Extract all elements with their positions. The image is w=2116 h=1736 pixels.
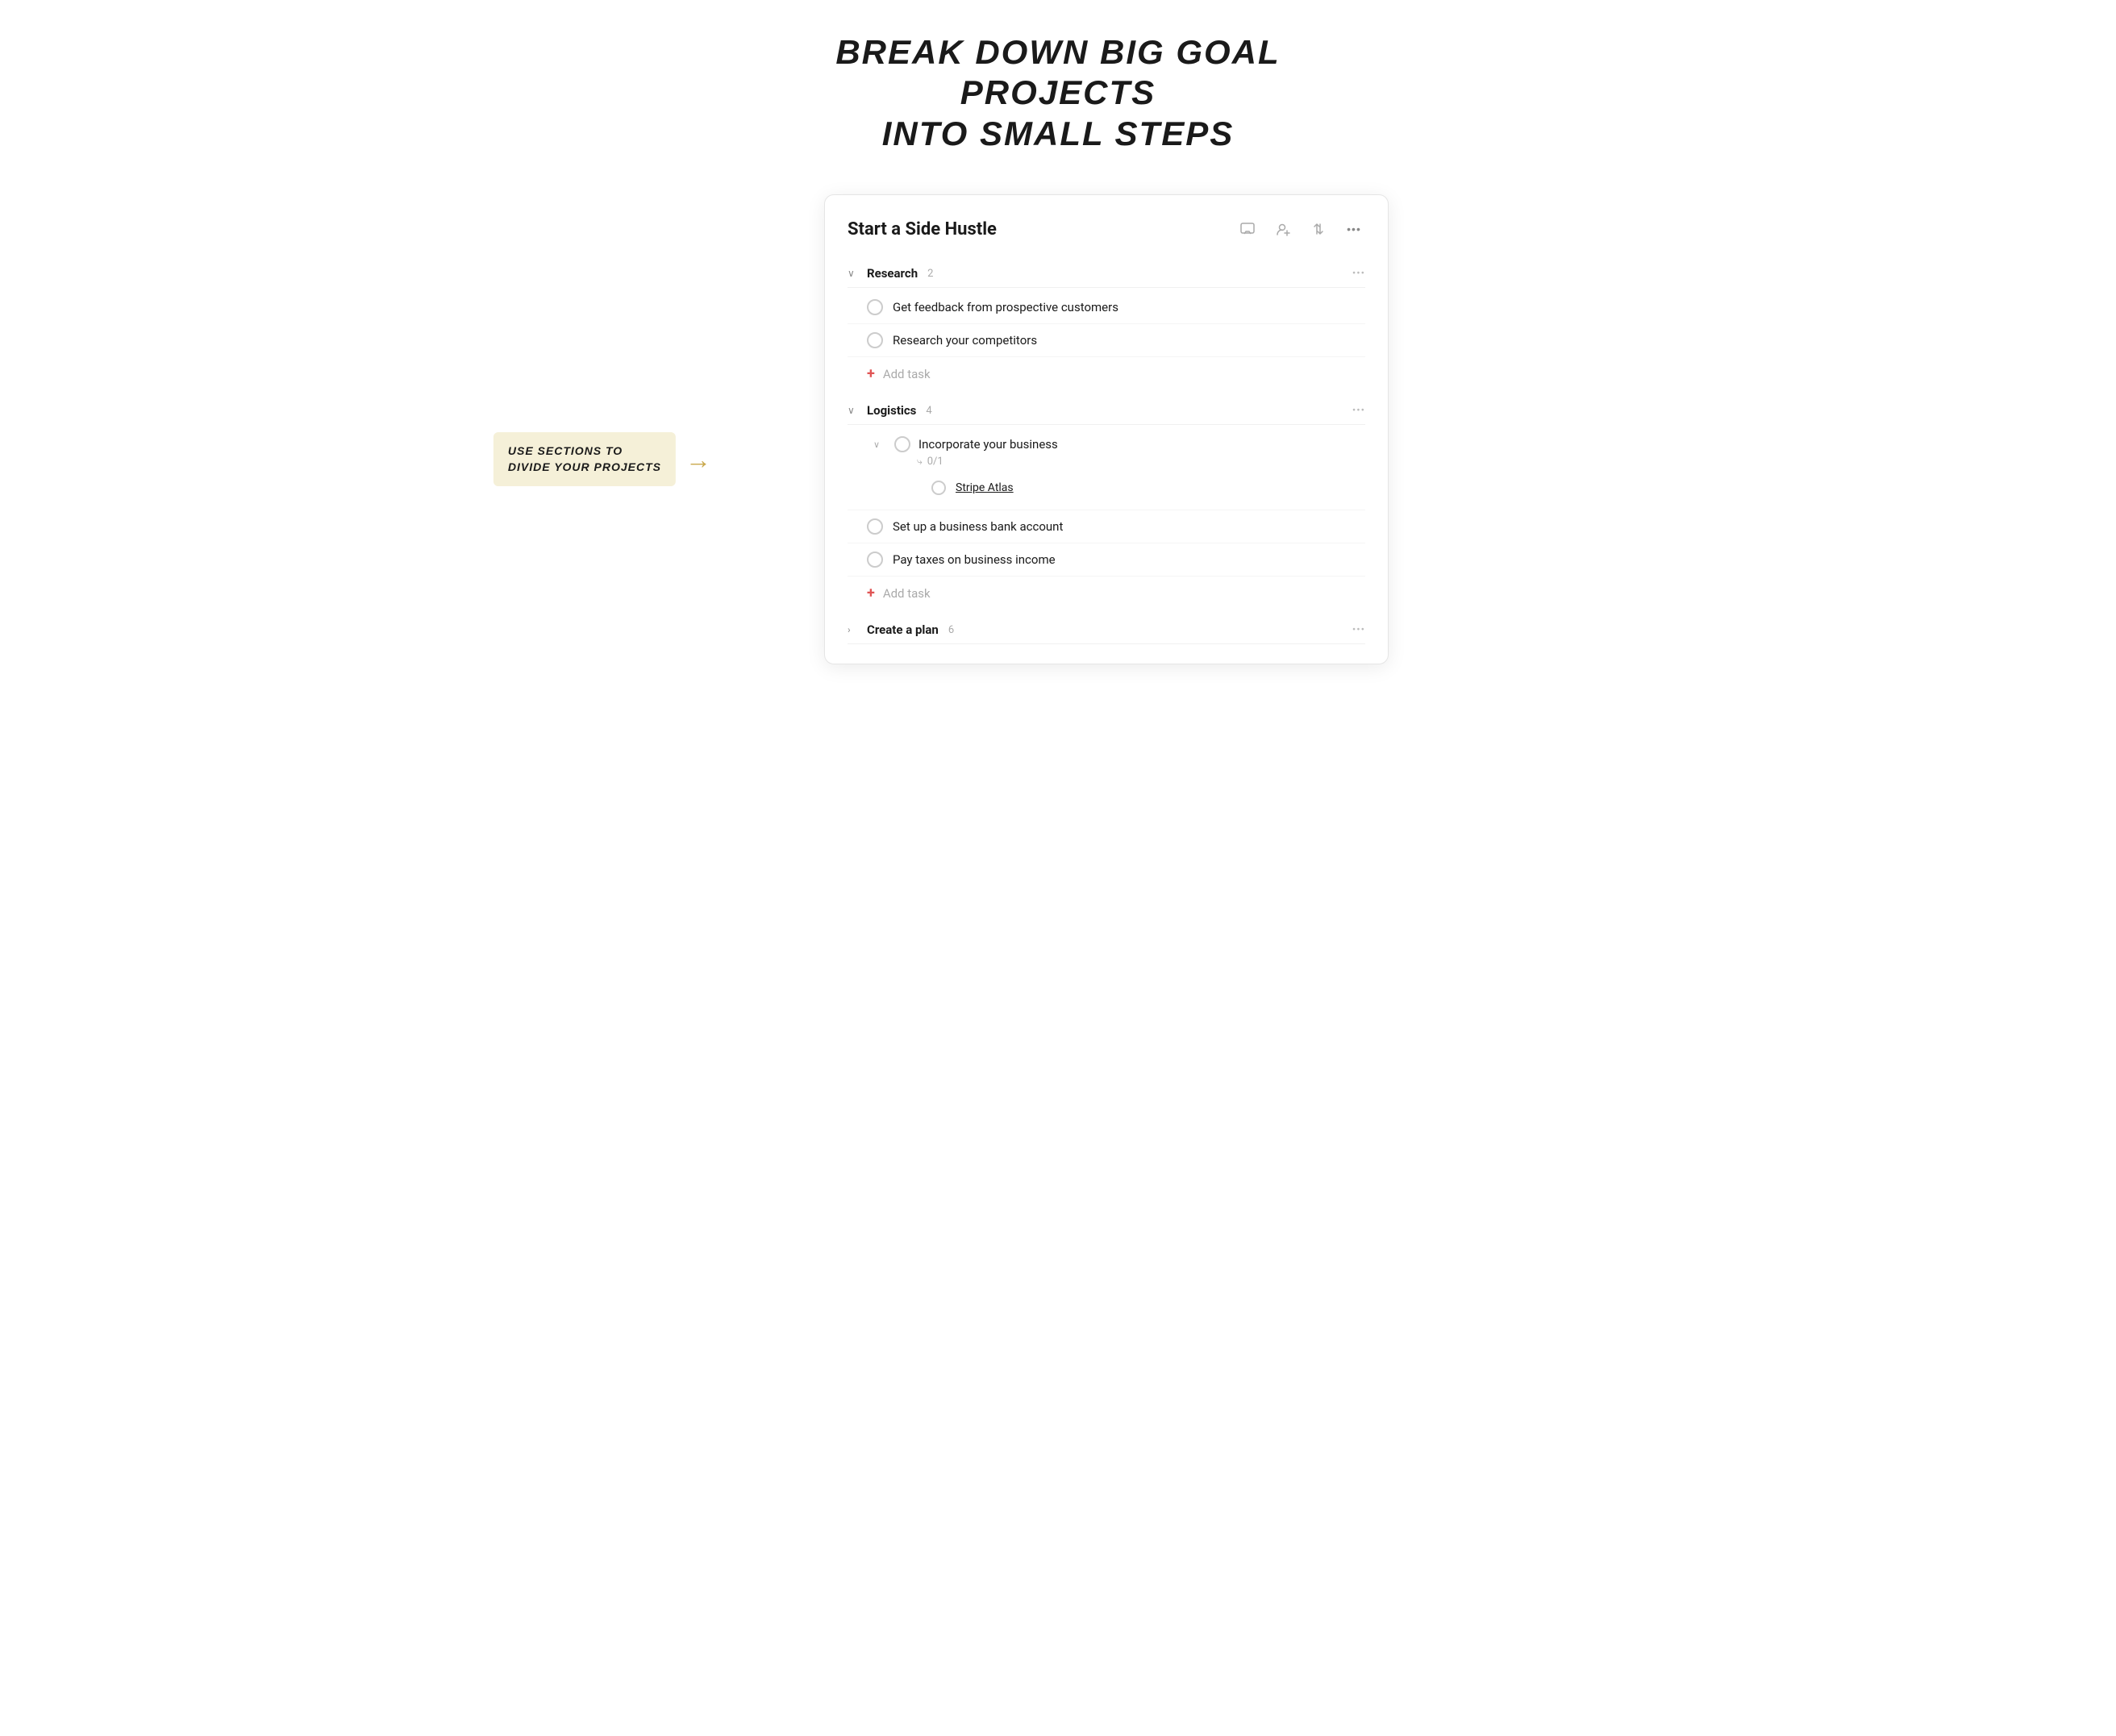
task-text-incorporate: Incorporate your business: [918, 437, 1058, 452]
task-text: Research your competitors: [893, 333, 1037, 348]
add-task-research[interactable]: + Add task: [848, 357, 1365, 390]
task-main-row: ∨ Incorporate your business: [867, 436, 1365, 452]
subtask-text-stripe-atlas: Stripe Atlas: [956, 481, 1014, 494]
subtask-count-icon: ⤷: [917, 456, 923, 468]
subtask-meta: ⤷ 0/1: [867, 456, 943, 468]
subtask-count: 0/1: [927, 456, 943, 468]
subtask-checkbox[interactable]: [931, 481, 946, 495]
section-create-plan-chevron[interactable]: ›: [848, 624, 860, 635]
annotation-line1: Use Sections To: [508, 444, 623, 457]
section-research-tasks: Get feedback from prospective customers …: [848, 288, 1365, 393]
section-create-plan-more[interactable]: •••: [1352, 624, 1365, 636]
page-headline: Break Down Big Goal Projects Into Small …: [776, 32, 1340, 154]
section-logistics: ∨ Logistics 4 ••• ∨ Incorporate your bus…: [848, 397, 1365, 613]
main-content: Use Sections To Divide Your Projects → S…: [727, 194, 1389, 664]
section-logistics-left: ∨ Logistics 4: [848, 403, 932, 418]
annotation-line2: Divide Your Projects: [508, 460, 661, 473]
section-research-chevron[interactable]: ∨: [848, 268, 860, 279]
project-panel: Start a Side Hustle: [824, 194, 1389, 664]
section-research-name: Research: [867, 266, 918, 281]
add-task-plus-icon: +: [867, 365, 875, 382]
add-task-label: Add task: [883, 367, 931, 381]
task-checkbox[interactable]: [867, 552, 883, 568]
task-checkbox[interactable]: [894, 436, 910, 452]
task-item-incorporate: ∨ Incorporate your business ⤷ 0/1 Stripe…: [848, 428, 1365, 510]
task-checkbox[interactable]: [867, 299, 883, 315]
section-research-header: ∨ Research 2 •••: [848, 260, 1365, 288]
more-dots-icon: •••: [1347, 223, 1361, 235]
add-task-logistics[interactable]: + Add task: [848, 577, 1365, 610]
add-task-plus-icon: +: [867, 585, 875, 602]
task-item: Research your competitors: [848, 324, 1365, 357]
task-item-taxes: Pay taxes on business income: [848, 543, 1365, 577]
panel-header: Start a Side Hustle: [848, 218, 1365, 240]
section-logistics-name: Logistics: [867, 403, 916, 418]
arrow-icon: →: [685, 444, 711, 475]
annotation-box: Use Sections To Divide Your Projects: [494, 432, 676, 486]
section-research: ∨ Research 2 ••• Get feedback from prosp…: [848, 260, 1365, 393]
section-logistics-chevron[interactable]: ∨: [848, 405, 860, 416]
assign-button[interactable]: [1272, 218, 1294, 240]
task-text: Get feedback from prospective customers: [893, 300, 1118, 314]
task-expand-chevron[interactable]: ∨: [867, 439, 886, 450]
add-task-label: Add task: [883, 586, 931, 601]
section-research-more[interactable]: •••: [1352, 268, 1365, 280]
task-item: Get feedback from prospective customers: [848, 291, 1365, 324]
section-logistics-more[interactable]: •••: [1352, 405, 1365, 417]
task-text-taxes: Pay taxes on business income: [893, 552, 1056, 567]
task-text-bank: Set up a business bank account: [893, 519, 1063, 534]
section-create-plan-header: › Create a plan 6 •••: [848, 616, 1365, 644]
more-options-button[interactable]: •••: [1343, 218, 1365, 240]
comment-button[interactable]: [1236, 218, 1259, 240]
section-logistics-header: ∨ Logistics 4 •••: [848, 397, 1365, 425]
side-annotation: Use Sections To Divide Your Projects →: [494, 432, 711, 486]
panel-title: Start a Side Hustle: [848, 219, 997, 239]
subtask-item-stripe-atlas: Stripe Atlas: [867, 474, 1014, 502]
headline-line2: Into Small Steps: [882, 114, 1235, 152]
section-research-count: 2: [927, 268, 933, 280]
headline-line1: Break Down Big Goal Projects: [835, 33, 1280, 111]
panel-actions: •••: [1236, 218, 1365, 240]
section-create-plan-name: Create a plan: [867, 622, 939, 637]
task-checkbox[interactable]: [867, 332, 883, 348]
task-checkbox[interactable]: [867, 518, 883, 535]
section-logistics-tasks: ∨ Incorporate your business ⤷ 0/1 Stripe…: [848, 425, 1365, 613]
section-create-plan: › Create a plan 6 •••: [848, 616, 1365, 644]
section-logistics-count: 4: [926, 405, 931, 417]
section-research-left: ∨ Research 2: [848, 266, 933, 281]
sort-button[interactable]: [1307, 218, 1330, 240]
section-create-plan-left: › Create a plan 6: [848, 622, 954, 637]
section-create-plan-count: 6: [948, 624, 954, 636]
task-item-bank: Set up a business bank account: [848, 510, 1365, 543]
